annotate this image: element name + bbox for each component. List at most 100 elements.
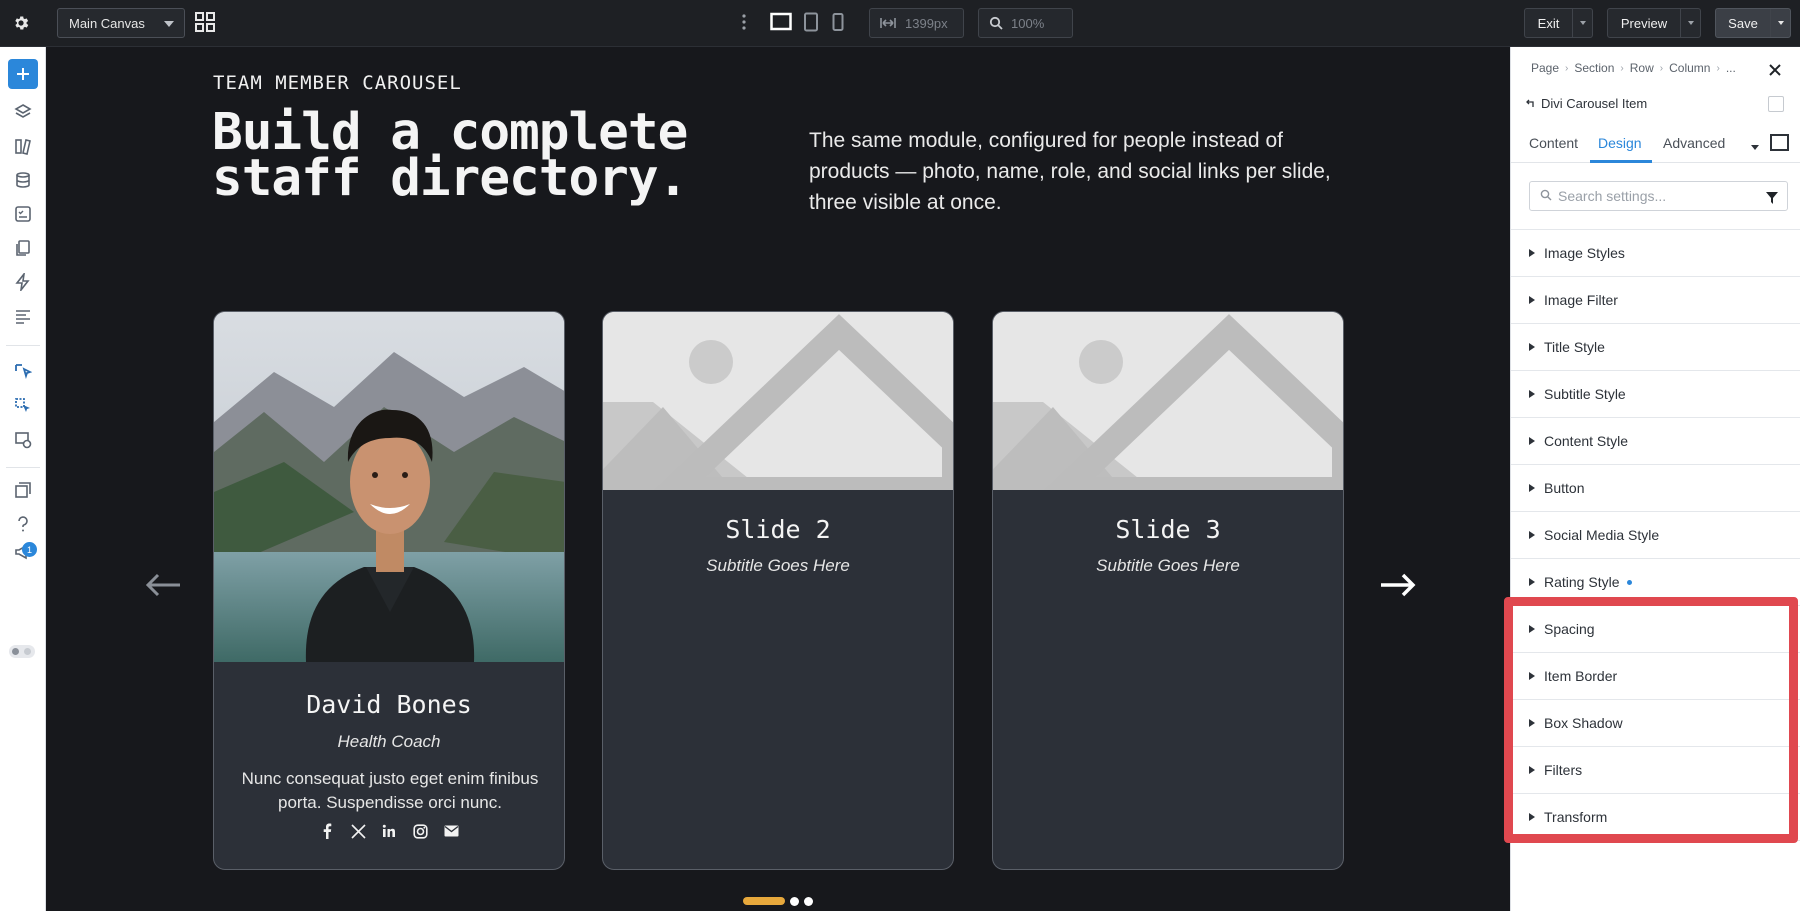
select-element-icon[interactable] — [8, 357, 38, 387]
desktop-view-icon[interactable] — [770, 12, 792, 34]
group-filters[interactable]: Filters — [1511, 747, 1800, 794]
group-label: Filters — [1544, 762, 1583, 778]
library-icon[interactable] — [8, 131, 38, 161]
portability-icon[interactable] — [8, 475, 38, 505]
group-label: Social Media Style — [1544, 527, 1660, 543]
more-options-icon[interactable] — [741, 13, 749, 33]
panel-tabs: Content Design Advanced — [1511, 125, 1800, 163]
group-item-border[interactable]: Item Border — [1511, 653, 1800, 700]
left-rail: 1 — [0, 47, 46, 911]
breadcrumb-row[interactable]: Row — [1630, 61, 1654, 75]
canvas-select[interactable]: Main Canvas — [57, 8, 185, 38]
list-icon[interactable] — [8, 301, 38, 331]
theme-builder-icon[interactable] — [8, 425, 38, 455]
caret-right-icon — [1529, 625, 1535, 633]
gear-icon[interactable] — [8, 10, 34, 36]
zoom-field[interactable]: 100% — [978, 8, 1073, 38]
view-mode-icon[interactable] — [1770, 134, 1789, 151]
caret-right-icon — [1529, 343, 1535, 351]
group-label: Rating Style — [1544, 574, 1620, 590]
save-menu-toggle[interactable] — [1770, 9, 1790, 37]
linkedin-icon[interactable] — [379, 821, 399, 841]
settings-search-input[interactable]: Search settings... — [1529, 181, 1788, 211]
carousel-pagination — [743, 896, 813, 906]
group-label: Image Filter — [1544, 292, 1618, 308]
image-placeholder — [603, 312, 953, 503]
caret-right-icon — [1529, 296, 1535, 304]
carousel-card[interactable]: Slide 2 Subtitle Goes Here — [602, 311, 954, 870]
pagination-dot[interactable] — [790, 896, 799, 906]
team-member-photo — [214, 312, 564, 662]
pagination-dot[interactable] — [804, 896, 813, 906]
top-toolbar: Main Canvas 1399px 100% Exit Preview Sav… — [0, 0, 1800, 47]
canvas-width-field[interactable]: 1399px — [869, 8, 964, 38]
carousel-next-arrow-icon[interactable] — [1378, 569, 1418, 601]
group-rating-style[interactable]: Rating Style — [1511, 559, 1800, 606]
group-title-style[interactable]: Title Style — [1511, 324, 1800, 371]
group-social-media-style[interactable]: Social Media Style — [1511, 512, 1800, 559]
breadcrumb-more[interactable]: ... — [1726, 61, 1736, 75]
breadcrumb-page[interactable]: Page — [1531, 61, 1559, 75]
filter-icon[interactable] — [1766, 191, 1778, 207]
exit-label: Exit — [1537, 15, 1560, 31]
caret-right-icon — [1529, 531, 1535, 539]
save-button[interactable]: Save — [1715, 8, 1791, 38]
group-spacing[interactable]: Spacing — [1511, 606, 1800, 653]
back-arrow-icon[interactable] — [1525, 96, 1535, 111]
preview-menu-toggle[interactable] — [1680, 9, 1700, 37]
group-image-styles[interactable]: Image Styles — [1511, 230, 1800, 277]
breadcrumb-column[interactable]: Column — [1669, 61, 1710, 75]
carousel-card[interactable]: David Bones Health Coach Nunc consequat … — [213, 311, 565, 870]
checklist-icon[interactable] — [8, 199, 38, 229]
chevron-right-icon: › — [1716, 62, 1720, 74]
group-content-style[interactable]: Content Style — [1511, 418, 1800, 465]
instagram-icon[interactable] — [410, 821, 430, 841]
phone-view-icon[interactable] — [832, 12, 844, 34]
x-twitter-icon[interactable] — [348, 821, 368, 841]
caret-right-icon — [1529, 766, 1535, 774]
breadcrumb-section[interactable]: Section — [1574, 61, 1614, 75]
email-icon[interactable] — [441, 821, 461, 841]
lightning-icon[interactable] — [8, 267, 38, 297]
add-module-button[interactable] — [8, 59, 38, 89]
group-button[interactable]: Button — [1511, 465, 1800, 512]
pagination-dot-active[interactable] — [743, 897, 785, 905]
preview-button[interactable]: Preview — [1607, 8, 1701, 38]
multi-select-icon[interactable] — [8, 391, 38, 421]
zoom-value: 100% — [1011, 15, 1045, 31]
close-icon[interactable] — [1768, 63, 1782, 77]
grid-layout-icon[interactable] — [194, 11, 218, 35]
chevron-down-icon — [1687, 21, 1694, 25]
group-label: Content Style — [1544, 433, 1629, 449]
exit-menu-toggle[interactable] — [1572, 9, 1592, 37]
help-icon[interactable] — [8, 509, 38, 539]
pages-icon[interactable] — [8, 233, 38, 263]
toggle-dot — [24, 648, 31, 655]
carousel-prev-arrow-icon[interactable] — [143, 569, 183, 601]
mode-toggle[interactable] — [9, 645, 35, 658]
module-header: Divi Carousel Item — [1525, 96, 1647, 111]
rail-divider — [6, 345, 40, 346]
breadcrumb: Page › Section › Row › Column › ... — [1531, 61, 1736, 75]
facebook-icon[interactable] — [317, 821, 337, 841]
group-image-filter[interactable]: Image Filter — [1511, 277, 1800, 324]
caret-right-icon — [1529, 578, 1535, 586]
tab-advanced[interactable]: Advanced — [1663, 135, 1725, 151]
exit-button[interactable]: Exit — [1524, 8, 1593, 38]
chevron-down-icon — [1777, 21, 1784, 25]
database-icon[interactable] — [8, 165, 38, 195]
layers-icon[interactable] — [8, 97, 38, 127]
tab-design[interactable]: Design — [1598, 135, 1642, 151]
zoom-icon — [989, 16, 1003, 30]
tablet-view-icon[interactable] — [803, 12, 819, 34]
group-transform[interactable]: Transform — [1511, 794, 1800, 841]
search-icon — [1540, 188, 1552, 204]
group-box-shadow[interactable]: Box Shadow — [1511, 700, 1800, 747]
chevron-down-icon[interactable] — [1751, 138, 1759, 156]
tab-content[interactable]: Content — [1529, 135, 1578, 151]
save-label: Save — [1728, 15, 1758, 31]
group-subtitle-style[interactable]: Subtitle Style — [1511, 371, 1800, 418]
settings-toggle-icon[interactable] — [1768, 96, 1784, 112]
section-lede: The same module, configured for people i… — [809, 129, 1331, 214]
carousel-card[interactable]: Slide 3 Subtitle Goes Here — [992, 311, 1344, 870]
